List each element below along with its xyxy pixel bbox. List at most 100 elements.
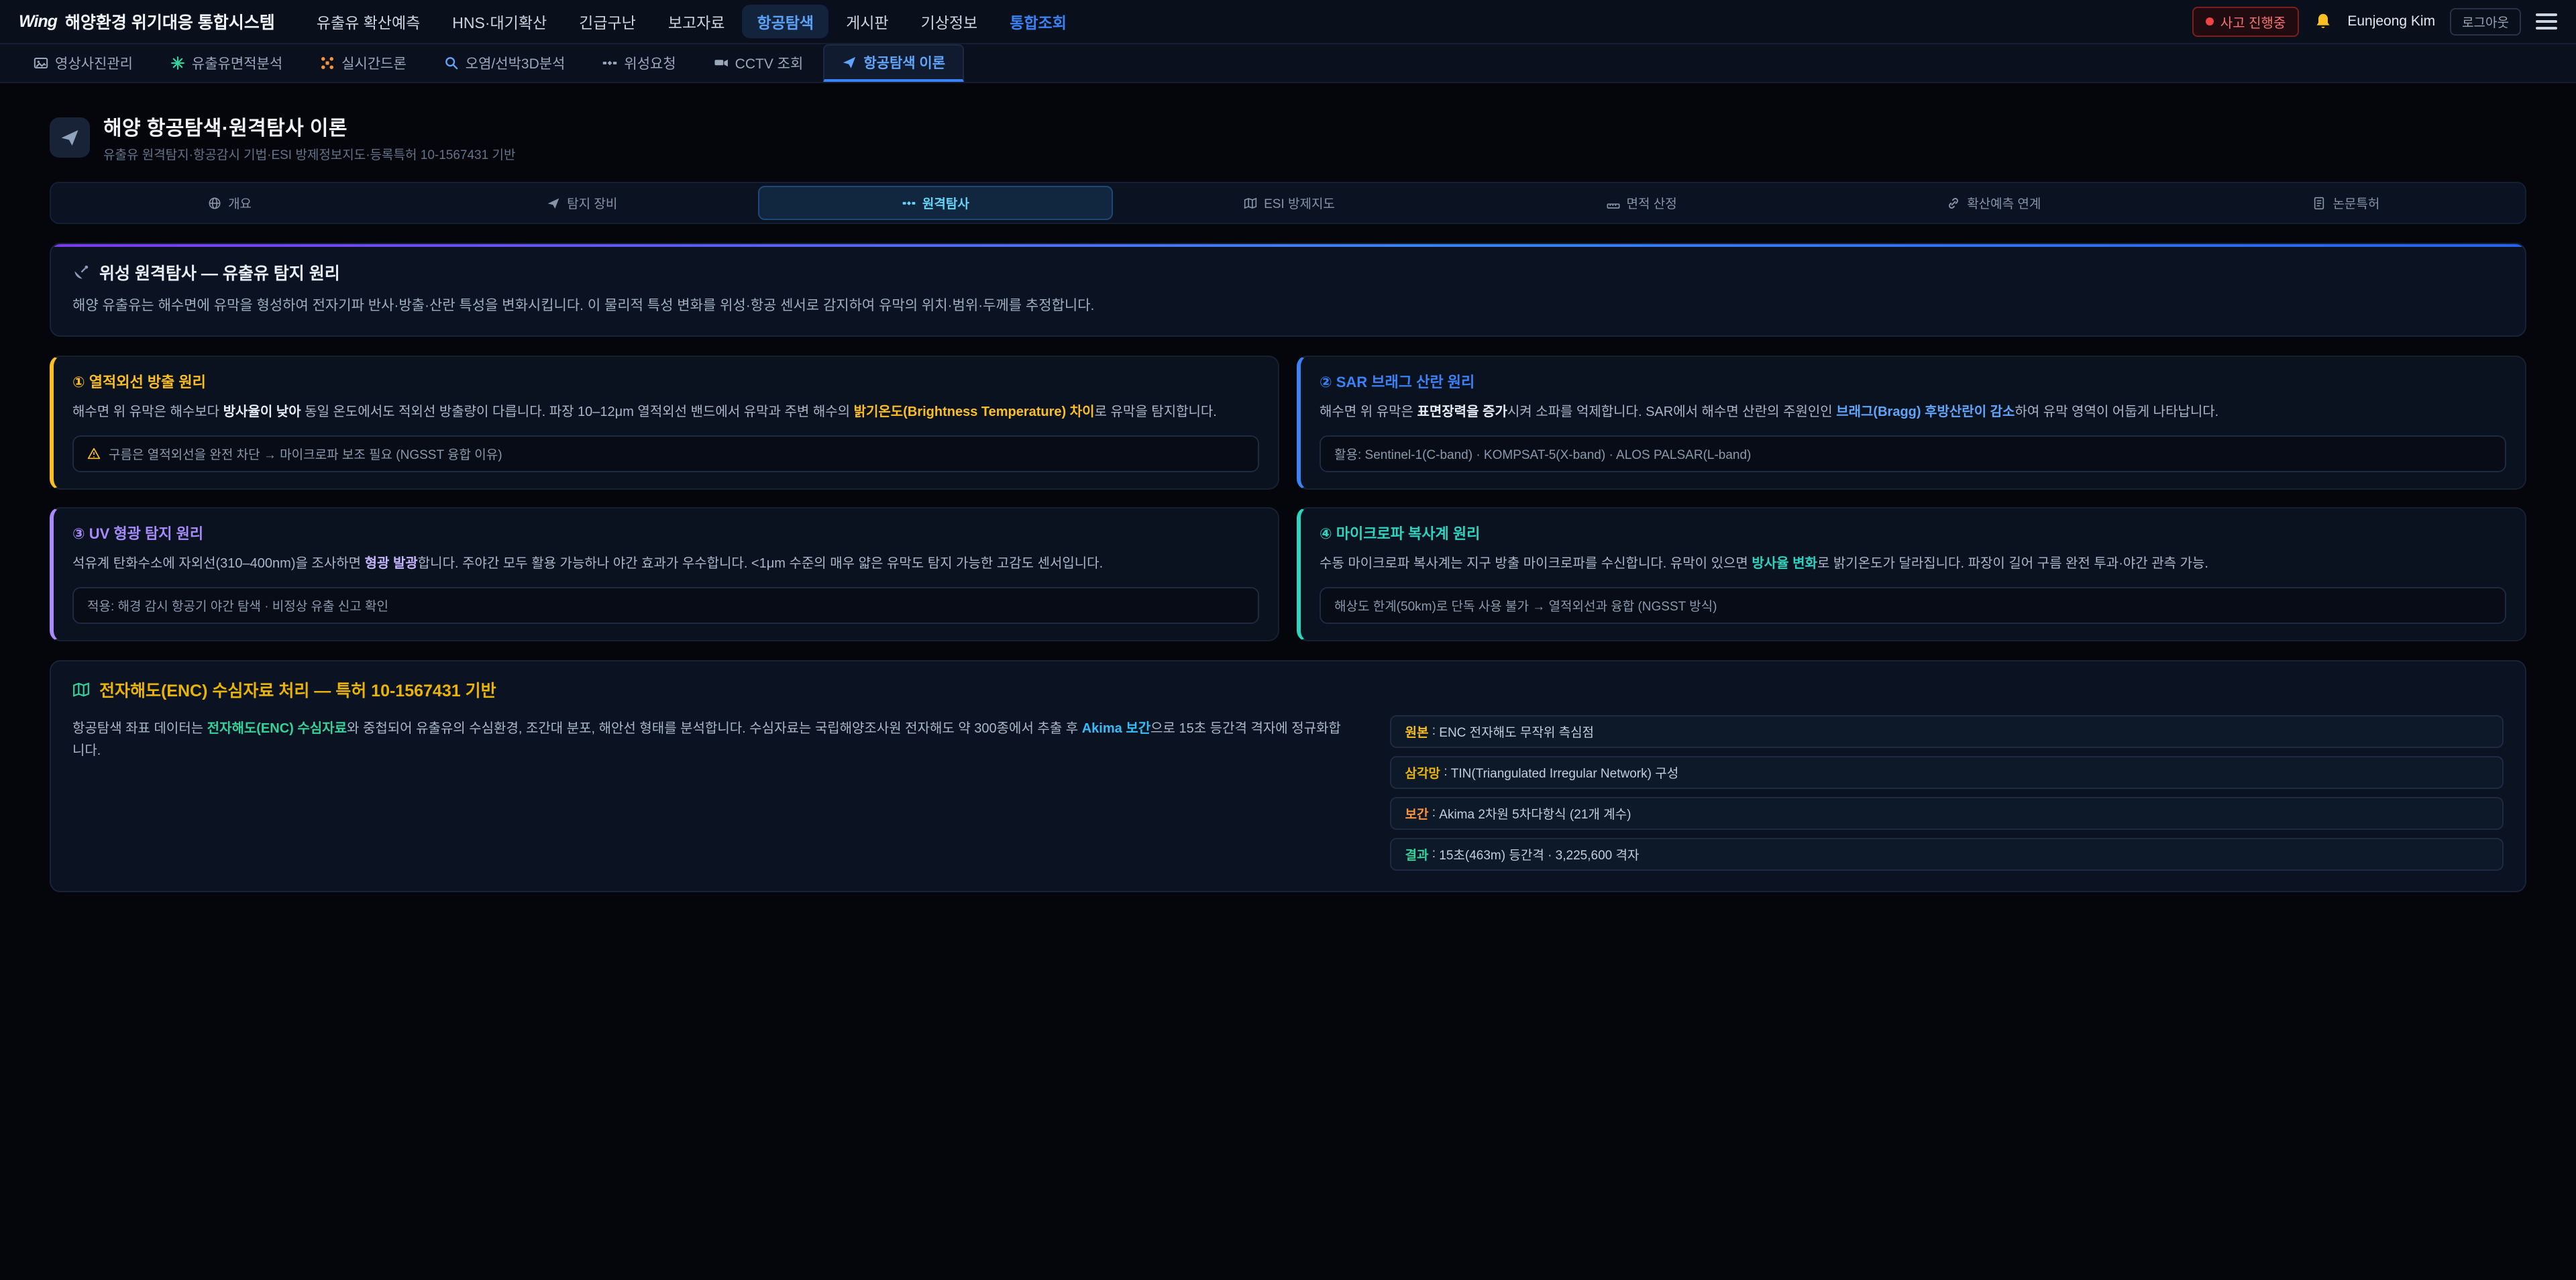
card-title: ② SAR 브래그 산란 원리 [1320,370,2506,392]
logout-button[interactable]: 로그아웃 [2450,8,2521,36]
section-tabs: 개요 탐지 장비원격탐사 ESI 방제지도 면적 산정 확산예측 연계 논문특허 [50,182,2526,224]
subnav-tab-3[interactable]: 실시간드론 [303,44,424,82]
nav-item-7[interactable]: 기상정보 [906,5,993,38]
enc-row-1: 원본 : ENC 전자해도 무작위 측심점 [1390,715,2504,748]
enc-rows: 원본 : ENC 전자해도 무작위 측심점삼각망 : TIN(Triangula… [1390,715,2504,871]
user-name: Eunjeong Kim [2347,13,2435,30]
card-note: 구름은 열적외선을 완전 차단 → 마이크로파 보조 필요 (NGSST 융합 … [72,435,1259,472]
section-tab-7[interactable]: 논문특허 [2170,186,2522,220]
main-content: 해양 항공탐색·원격탐사 이론 유출유 원격탐지·항공감시 기법·ESI 방제정… [50,83,2526,892]
card-title: ④ 마이크로파 복사계 원리 [1320,522,2506,543]
subnav-tab-4[interactable]: 오염/선박3D분석 [427,44,583,82]
subnav-tab-1[interactable]: 영상사진관리 [16,44,150,82]
section-tab-label: 개요 [228,194,252,212]
satellite-dish-icon [72,264,90,281]
sub-nav: 영상사진관리 유출유면적분석 실시간드론 오염/선박3D분석 위성요청CCTV 조회 항공… [0,44,2576,83]
topbar: Wing 해양환경 위기대응 통합시스템 유출유 확산예측HNS·대기확산긴급구… [0,0,2576,44]
section-tab-3[interactable]: 원격탐사 [758,186,1113,220]
page-header-text: 해양 항공탐색·원격탐사 이론 유출유 원격탐지·항공감시 기법·ESI 방제정… [103,111,515,163]
nav-item-5[interactable]: 항공탐색 [742,5,828,38]
nav-item-1[interactable]: 유출유 확산예측 [302,5,435,38]
enc-row-separator: : [1428,806,1439,820]
drone-icon [320,56,335,70]
enc-content: 항공탐색 좌표 데이터는 전자해도(ENC) 수심자료와 중첩되어 유출유의 수… [72,715,2504,871]
warning-icon [87,447,101,460]
app-logo: Wing 해양환경 위기대응 통합시스템 [19,9,275,34]
magnifier-icon [444,56,459,70]
card-note: 적용: 해경 감시 항공기 야간 탐색 · 비정상 유출 신고 확인 [72,587,1259,624]
main-nav: 유출유 확산예측HNS·대기확산긴급구난보고자료항공탐색게시판기상정보통합조회 [302,5,1081,38]
subnav-tab-label: 영상사진관리 [55,53,133,73]
plane-icon [547,197,560,210]
enc-row-4: 결과 : 15초(463m) 등간격 · 3,225,600 격자 [1390,838,2504,871]
incident-badge-label: 사고 진행중 [2220,12,2286,32]
subnav-tab-5[interactable]: 위성요청 [585,44,693,82]
section-tab-2[interactable]: 탐지 장비 [406,186,758,220]
subnav-tab-7[interactable]: 항공탐색 이론 [823,44,964,82]
map-icon [72,681,90,698]
card-body: 해수면 위 유막은 표면장력을 증가시켜 소파를 억제합니다. SAR에서 해수… [1320,401,2506,423]
subnav-tab-label: 항공탐색 이론 [863,52,945,72]
section-tab-5[interactable]: 면적 산정 [1466,186,1818,220]
subnav-tab-2[interactable]: 유출유면적분석 [153,44,300,82]
logo-text: Wing [19,12,57,32]
enc-row-separator: : [1428,724,1439,739]
globe-icon [208,197,221,210]
section-tab-label: 확산예측 연계 [1967,194,2041,212]
enc-row-label: 보간 [1405,804,1428,822]
enc-row-text: Akima 2차원 5차다항식 (21개 계수) [1439,804,1631,822]
enc-row-label: 삼각망 [1405,763,1440,782]
satellite-icon [602,56,617,70]
topbar-right: 사고 진행중 Eunjeong Kim 로그아웃 [2192,7,2557,37]
page-header: 해양 항공탐색·원격탐사 이론 유출유 원격탐지·항공감시 기법·ESI 방제정… [50,111,2526,163]
section-tab-label: ESI 방제지도 [1264,194,1335,212]
card-note-text: 구름은 열적외선을 완전 차단 → 마이크로파 보조 필요 (NGSST 융합 … [109,445,502,463]
nav-item-8[interactable]: 통합조회 [995,5,1081,38]
doc-icon [2312,197,2326,210]
enc-row-text: ENC 전자해도 무작위 측심점 [1439,723,1594,741]
card-title: ① 열적외선 방출 원리 [72,370,1259,392]
plane-doc-icon [842,55,857,70]
enc-section-body: 항공탐색 좌표 데이터는 전자해도(ENC) 수심자료와 중첩되어 유출유의 수… [72,715,1352,871]
section-tab-label: 논문특허 [2332,194,2379,212]
app-title: 해양환경 위기대응 통합시스템 [65,9,275,34]
principle-card-1: ① 열적외선 방출 원리해수면 위 유막은 해수보다 방사율이 낮아 동일 온도… [50,356,1279,490]
subnav-tab-6[interactable]: CCTV 조회 [696,44,821,82]
status-dot-icon [2206,17,2214,25]
nav-item-2[interactable]: HNS·대기확산 [437,5,561,38]
principle-card-3: ③ UV 형광 탐지 원리석유계 탄화수소에 자외선(310–400nm)을 조… [50,507,1279,641]
card-title: ③ UV 형광 탐지 원리 [72,522,1259,543]
section-tab-6[interactable]: 확산예측 연계 [1818,186,2170,220]
enc-section-title: 전자해도(ENC) 수심자료 처리 — 특허 10-1567431 기반 [99,678,496,702]
card-body: 석유계 탄화수소에 자외선(310–400nm)을 조사하면 형광 발광합니다.… [72,553,1259,575]
card-note: 활용: Sentinel-1(C-band) · KOMPSAT-5(X-ban… [1320,435,2506,472]
principle-card-2: ② SAR 브래그 산란 원리해수면 위 유막은 표면장력을 증가시켜 소파를 … [1297,356,2526,490]
photo-icon [34,56,48,70]
enc-row-2: 삼각망 : TIN(Triangulated Irregular Network… [1390,756,2504,789]
subnav-tab-label: 오염/선박3D분석 [466,53,566,73]
card-note-text: 해상도 한계(50km)로 단독 사용 불가 → 열적외선과 융합 (NGSST… [1334,596,1717,615]
map-icon [1244,197,1257,210]
remote-section-description: 해양 유출유는 해수면에 유막을 형성하여 전자기파 반사·방출·산란 특성을 … [72,295,2504,317]
cctv-icon [714,56,729,70]
satellite-icon [902,197,916,210]
page-subtitle: 유출유 원격탐지·항공감시 기법·ESI 방제정보지도·등록특허 10-1567… [103,145,515,163]
card-note-text: 활용: Sentinel-1(C-band) · KOMPSAT-5(X-ban… [1334,445,1751,463]
subnav-tab-label: 유출유면적분석 [192,53,282,73]
menu-hamburger-icon[interactable] [2536,11,2557,32]
page-title: 해양 항공탐색·원격탐사 이론 [103,111,515,141]
enc-row-label: 원본 [1405,723,1428,741]
enc-row-separator: : [1428,847,1439,861]
remote-sensing-intro-panel: 위성 원격탐사 — 유출유 탐지 원리 해양 유출유는 해수면에 유막을 형성하… [50,243,2526,337]
nav-item-4[interactable]: 보고자료 [653,5,740,38]
enc-bathymetry-panel: 전자해도(ENC) 수심자료 처리 — 특허 10-1567431 기반 항공탐… [50,660,2526,892]
nav-item-6[interactable]: 게시판 [831,5,903,38]
notifications-bell-icon[interactable] [2314,12,2332,31]
enc-row-separator: : [1440,765,1451,780]
link-icon [1947,197,1960,210]
section-tab-1[interactable]: 개요 [54,186,406,220]
section-tab-4[interactable]: ESI 방제지도 [1113,186,1465,220]
enc-row-3: 보간 : Akima 2차원 5차다항식 (21개 계수) [1390,797,2504,830]
nav-item-3[interactable]: 긴급구난 [564,5,651,38]
card-note-text: 적용: 해경 감시 항공기 야간 탐색 · 비정상 유출 신고 확인 [87,596,388,615]
